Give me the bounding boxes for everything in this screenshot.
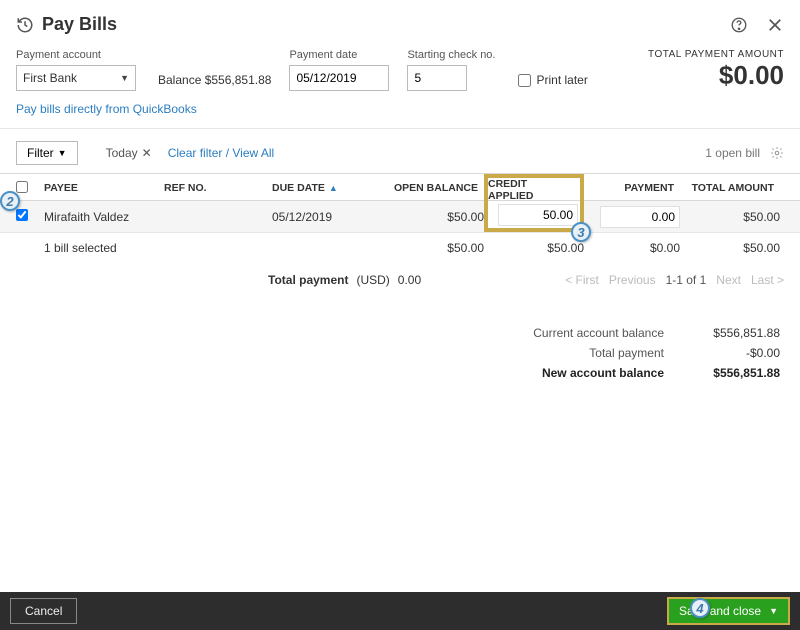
total-payment-currency: (USD)	[356, 273, 389, 287]
current-balance-label: Current account balance	[533, 326, 664, 340]
save-and-close-button[interactable]: Save and close ▼	[667, 597, 790, 625]
callout-2: 2	[0, 191, 20, 211]
pager-prev[interactable]: Previous	[609, 273, 656, 287]
total-payment-amount: TOTAL PAYMENT AMOUNT $0.00	[648, 49, 784, 91]
pager-first[interactable]: < First	[565, 273, 599, 287]
totalpay-value: -$0.00	[690, 346, 780, 360]
cell-total: $50.00	[680, 210, 780, 224]
callout-3: 3	[571, 222, 591, 242]
col-payee[interactable]: PAYEE	[44, 182, 164, 194]
gear-icon[interactable]	[770, 146, 784, 160]
sum-payment: $0.00	[584, 241, 680, 255]
pager-next[interactable]: Next	[716, 273, 741, 287]
page-title: Pay Bills	[16, 14, 730, 35]
payment-input[interactable]	[600, 206, 680, 228]
balance-text: Balance $556,851.88	[158, 73, 271, 87]
print-later-label: Print later	[537, 73, 588, 87]
col-credit-applied[interactable]: CREDIT APPLIED	[484, 174, 584, 202]
filter-button[interactable]: Filter ▼	[16, 141, 78, 165]
total-payment-row: Total payment (USD) 0.00 < First Previou…	[0, 263, 800, 297]
bills-table: PAYEE REF NO. DUE DATE ▲ OPEN BALANCE CR…	[0, 173, 800, 233]
starting-check-input[interactable]	[407, 65, 467, 91]
col-openbalance[interactable]: OPEN BALANCE	[386, 182, 484, 194]
sum-total: $50.00	[680, 241, 780, 255]
total-payment-label: Total payment	[268, 273, 348, 287]
selected-totals-row: 1 bill selected $50.00 $50.00 $0.00 $50.…	[0, 233, 800, 263]
payment-account-select[interactable]: First Bank ▼	[16, 65, 136, 91]
pager: < First Previous 1-1 of 1 Next Last >	[565, 273, 784, 287]
modal-footer: Cancel Save and close ▼	[0, 592, 800, 630]
total-payment-amount: 0.00	[398, 273, 421, 287]
cancel-button[interactable]: Cancel	[10, 598, 77, 624]
remove-icon: ✕	[142, 146, 152, 160]
help-icon[interactable]	[730, 16, 748, 34]
history-icon	[16, 16, 34, 34]
cell-payee: Mirafaith Valdez	[44, 210, 164, 224]
balance-summary: Current account balance $556,851.88 Tota…	[0, 323, 800, 383]
total-payment-label: TOTAL PAYMENT AMOUNT	[648, 49, 784, 60]
new-balance-label: New account balance	[542, 366, 664, 380]
row-checkbox[interactable]	[16, 209, 28, 221]
current-balance-value: $556,851.88	[690, 326, 780, 340]
payment-date-label: Payment date	[289, 49, 389, 61]
chevron-down-icon: ▼	[120, 73, 129, 83]
close-icon[interactable]	[766, 16, 784, 34]
select-all-checkbox[interactable]	[16, 181, 28, 193]
modal-header: Pay Bills	[0, 0, 800, 45]
divider	[0, 128, 800, 129]
chevron-down-icon: ▼	[58, 148, 67, 158]
starting-check-label: Starting check no.	[407, 49, 495, 61]
sum-credit: $50.00	[484, 241, 584, 255]
title-text: Pay Bills	[42, 14, 117, 35]
print-later-checkbox[interactable]	[518, 74, 531, 87]
pay-bills-link[interactable]: Pay bills directly from QuickBooks	[16, 102, 197, 116]
col-refno[interactable]: REF NO.	[164, 182, 272, 194]
open-bill-count: 1 open bill	[705, 146, 760, 160]
credit-applied-input[interactable]	[498, 204, 578, 226]
callout-4: 4	[690, 598, 710, 618]
filter-button-label: Filter	[27, 146, 54, 160]
payment-date-input[interactable]	[289, 65, 389, 91]
new-balance-value: $556,851.88	[690, 366, 780, 380]
col-duedate[interactable]: DUE DATE ▲	[272, 182, 386, 194]
today-chip[interactable]: Today ✕	[106, 146, 152, 160]
payment-account-label: Payment account	[16, 49, 136, 61]
sum-openbalance: $50.00	[386, 241, 484, 255]
chevron-down-icon: ▼	[769, 606, 778, 616]
table-row[interactable]: Mirafaith Valdez 05/12/2019 $50.00 $50.0…	[0, 201, 800, 233]
table-header: PAYEE REF NO. DUE DATE ▲ OPEN BALANCE CR…	[0, 173, 800, 201]
totalpay-label: Total payment	[589, 346, 664, 360]
clear-filter-link[interactable]: Clear filter / View All	[168, 146, 274, 160]
cell-duedate: 05/12/2019	[272, 210, 386, 224]
form-row: Payment account First Bank ▼ Balance $55…	[0, 49, 800, 91]
pager-last[interactable]: Last >	[751, 273, 784, 287]
col-total-amount[interactable]: TOTAL AMOUNT	[680, 182, 780, 194]
col-payment[interactable]: PAYMENT	[584, 182, 680, 194]
cell-openbalance: $50.00	[386, 210, 484, 224]
sort-asc-icon: ▲	[329, 183, 338, 193]
total-payment-amount-value: $0.00	[648, 60, 784, 91]
payment-account-value: First Bank	[23, 71, 77, 85]
selected-count: 1 bill selected	[44, 241, 272, 255]
pager-current: 1-1 of 1	[666, 273, 707, 287]
